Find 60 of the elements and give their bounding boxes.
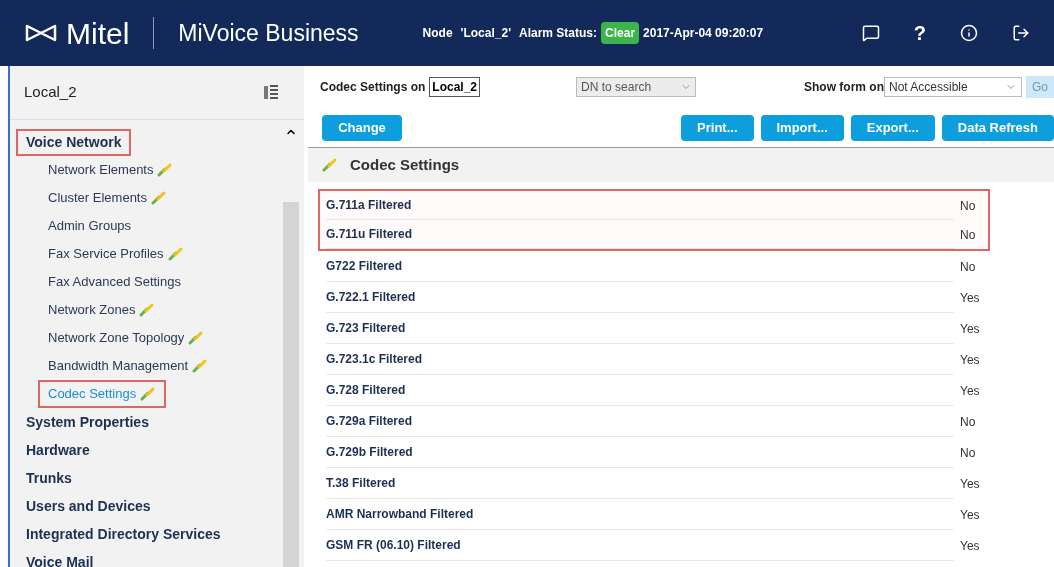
setting-value: No [960,226,976,244]
section-title: Codec Settings [350,154,460,175]
sidebar-category[interactable]: System Properties [16,408,159,436]
show-form-label: Show form on [804,79,884,96]
setting-value: No [960,444,976,462]
setting-value: No [960,258,976,276]
setting-label: G.723 Filtered [326,320,406,337]
setting-value: Yes [960,475,980,493]
sidebar-title: Local_2 [24,82,77,103]
dn-search-field[interactable]: DN to search [576,77,697,97]
setting-value: Yes [960,537,980,555]
setting-value: Yes [960,506,980,524]
setting-label: G.728 Filtered [326,382,406,399]
setting-value: No [960,413,976,431]
setting-value: Yes [960,351,980,369]
sidebar-item[interactable]: Network Elements [38,156,184,184]
setting-label: G.729b Filtered [326,444,413,461]
setting-label: G.711a Filtered [326,197,412,214]
info-icon[interactable] [960,24,978,42]
node-field: Local_2 [429,77,481,97]
setting-value: Yes [960,382,980,400]
form-title: Codec Settings on [320,79,426,96]
setting-value: No [960,197,976,215]
sidebar-category[interactable]: Integrated Directory Services [16,520,231,548]
logo-icon [24,23,58,43]
setting-label: T.38 Filtered [326,475,396,492]
sidebar-category[interactable]: Voice Network [16,128,132,156]
sort-icon[interactable] [264,83,278,102]
alarm-status-badge: Clear [601,22,640,44]
show-form-select[interactable]: Not Accessible [884,77,1022,97]
sidebar-item[interactable]: Network Zones [38,296,166,324]
setting-label: G.723.1c Filtered [326,351,423,368]
sidebar-item[interactable]: Fax Service Profiles [38,240,194,268]
alarm-label: Alarm Status: [519,25,598,42]
setting-label: G.711u Filtered [326,226,413,243]
sidebar-item[interactable]: Network Zone Topology [38,324,215,352]
help-button[interactable]: ? [913,18,926,48]
sidebar-item[interactable]: Cluster Elements [38,184,177,212]
node-label: Node [422,25,453,42]
sidebar-category[interactable]: Voice Mail [16,548,104,567]
setting-value: Yes [960,289,980,307]
sidebar-item[interactable]: Admin Groups [38,212,142,240]
setting-label: AMR Narrowband Filtered [326,506,474,523]
sidebar-category[interactable]: Users and Devices [16,492,161,520]
logo-text: Mitel [66,15,130,52]
sidebar-category[interactable]: Trunks [16,464,82,492]
product-name: MiVoice Business [178,18,359,48]
link-icon [322,158,338,172]
sidebar-item[interactable]: Bandwidth Management [38,352,219,380]
setting-label: G.722.1 Filtered [326,289,416,306]
date-time: 2017-Apr-04 09:20:07 [643,25,764,42]
sidebar-category[interactable]: Hardware [16,436,100,464]
setting-value: Yes [960,320,980,338]
sidebar-item[interactable]: Fax Advanced Settings [38,268,191,296]
logout-icon[interactable] [1012,24,1030,42]
node-name: 'Local_2' [460,25,511,42]
setting-label: G.729a Filtered [326,413,413,430]
setting-label: G722 Filtered [326,258,403,275]
message-icon[interactable] [861,24,880,42]
setting-label: GSM FR (06.10) Filtered [326,537,461,554]
